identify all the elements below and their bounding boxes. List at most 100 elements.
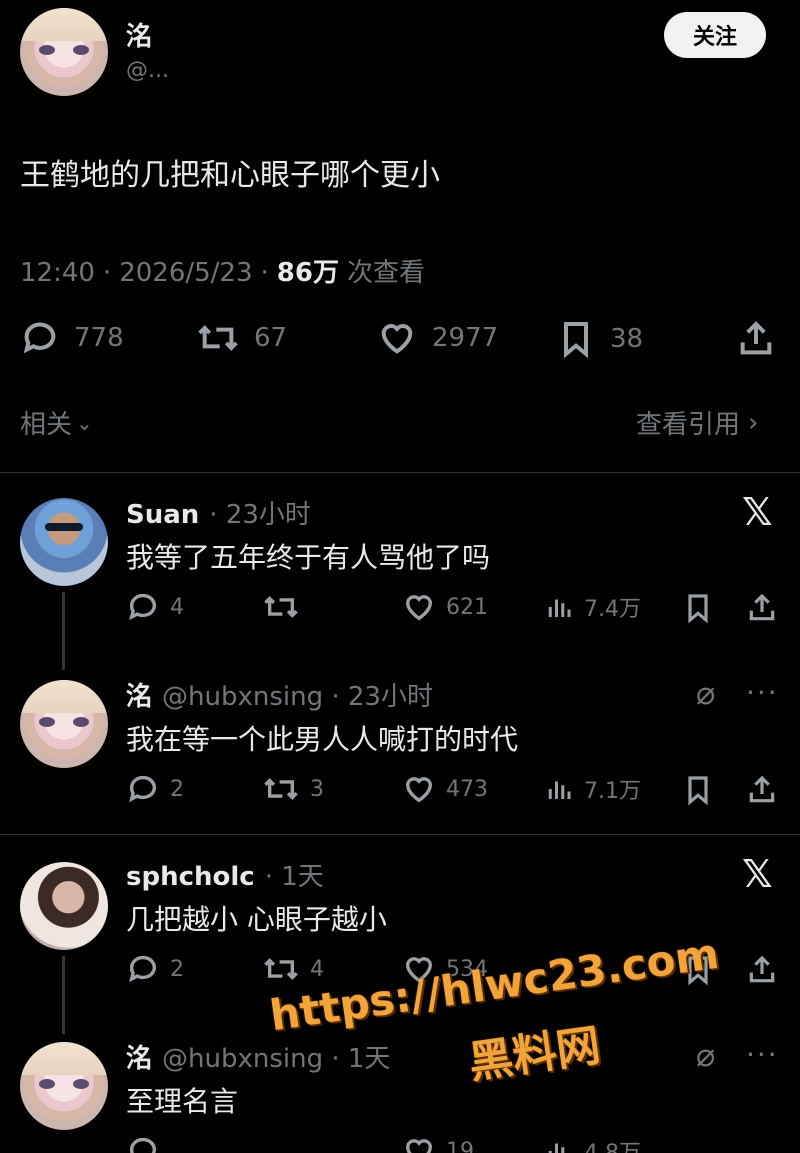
views-count: 7.1万 xyxy=(584,779,641,804)
reply-icon xyxy=(129,775,157,803)
share-button[interactable] xyxy=(736,318,776,360)
share-icon xyxy=(749,593,775,621)
x-logo-icon: 𝕏 xyxy=(742,490,773,534)
reply-author-name[interactable]: 洺 xyxy=(126,1038,152,1075)
no-interact-icon[interactable]: ⌀ xyxy=(696,1036,715,1074)
divider xyxy=(0,834,800,835)
reply-repost-button[interactable]: 3 xyxy=(262,772,324,806)
separator-dot: · xyxy=(260,258,269,288)
reply-count: 778 xyxy=(74,323,124,353)
view-quotes-label: 查看引用 xyxy=(636,410,741,440)
reply-button[interactable]: 778 xyxy=(20,318,124,358)
reply-views-button[interactable]: 4.8万 xyxy=(544,1134,641,1153)
heart-icon xyxy=(405,595,433,621)
reply-text: 至理名言 xyxy=(126,1085,239,1118)
reply-author-name[interactable]: Suan xyxy=(126,500,199,530)
repost-count: 4 xyxy=(310,956,324,982)
views-count: 4.8万 xyxy=(584,1135,641,1153)
bookmark-icon xyxy=(688,594,708,624)
author-avatar[interactable] xyxy=(20,8,108,96)
reply-reply-button[interactable]: 4 xyxy=(126,590,184,624)
reply-like-button[interactable]: 473 xyxy=(402,772,488,806)
reply-avatar[interactable] xyxy=(20,862,108,950)
reply-avatar[interactable] xyxy=(20,1042,108,1130)
repost-icon xyxy=(264,596,298,618)
reply-header: 洺 @hubxnsing · 23小时 xyxy=(126,676,433,713)
views-label: 次查看 xyxy=(346,258,425,288)
reply-share-button[interactable] xyxy=(746,952,778,988)
thread-line xyxy=(62,592,65,670)
reply-icon xyxy=(129,593,157,621)
reply-icon xyxy=(129,955,157,983)
like-count: 2977 xyxy=(432,323,499,353)
like-count: 621 xyxy=(446,594,488,620)
post-meta: 12:40 · 2026/5/23 · 86万 次查看 xyxy=(20,252,425,289)
chevron-right-icon: › xyxy=(748,407,759,438)
reply-author-name[interactable]: sphcholc xyxy=(126,862,255,892)
reply-avatar[interactable] xyxy=(20,680,108,768)
related-label: 相关 xyxy=(20,410,73,440)
reply-header: Suan · 23小时 xyxy=(126,494,311,531)
watermark-site-name: 黑料网 xyxy=(465,1020,604,1089)
bookmark-button[interactable]: 38 xyxy=(556,318,643,360)
reply-repost-button[interactable]: 4 xyxy=(262,952,324,986)
reply-icon xyxy=(129,1137,157,1153)
reply-bookmark-button[interactable] xyxy=(682,590,714,626)
more-options-icon[interactable]: ··· xyxy=(746,676,779,709)
repost-icon xyxy=(264,958,298,980)
x-logo-icon: 𝕏 xyxy=(742,852,773,896)
reply-views-button[interactable]: 7.4万 xyxy=(544,590,641,624)
reply-icon xyxy=(23,322,56,354)
views-icon xyxy=(548,781,571,799)
related-dropdown[interactable]: 相关 ⌄ xyxy=(20,404,93,441)
like-count: 19 xyxy=(446,1138,474,1153)
reply-meta: · 1天 xyxy=(264,862,324,892)
views-icon xyxy=(548,599,571,617)
share-icon xyxy=(749,775,775,803)
no-interact-icon[interactable]: ⌀ xyxy=(696,674,715,712)
thread-line xyxy=(62,956,65,1034)
bookmark-icon xyxy=(688,776,708,806)
heart-icon xyxy=(405,1139,433,1153)
author-name[interactable]: 洺 xyxy=(126,16,152,53)
repost-count: 67 xyxy=(254,323,288,353)
reply-text: 我等了五年终于有人骂他了吗 xyxy=(126,541,491,574)
reply-repost-button[interactable] xyxy=(262,590,310,624)
reply-meta: @hubxnsing · 1天 xyxy=(162,1044,391,1074)
reply-share-button[interactable] xyxy=(746,590,778,626)
reply-avatar[interactable] xyxy=(20,498,108,586)
divider xyxy=(0,472,800,473)
reply-reply-button[interactable]: 2 xyxy=(126,952,184,986)
share-icon xyxy=(740,321,772,355)
repost-icon xyxy=(264,778,298,800)
more-options-icon[interactable]: ··· xyxy=(746,1038,779,1071)
reply-author-name[interactable]: 洺 xyxy=(126,676,152,713)
post-date: 2026/5/23 xyxy=(119,258,253,288)
view-quotes-link[interactable]: 查看引用 › xyxy=(636,404,758,441)
reply-like-button[interactable]: 621 xyxy=(402,590,488,624)
repost-icon xyxy=(198,325,238,351)
like-button[interactable]: 2977 xyxy=(376,318,498,358)
reply-reply-button[interactable]: 2 xyxy=(126,772,184,806)
reply-meta: · 23小时 xyxy=(209,500,311,530)
reply-count: 2 xyxy=(170,956,184,982)
author-handle[interactable]: @... xyxy=(126,58,169,83)
reply-reply-button[interactable] xyxy=(126,1134,160,1153)
reply-views-button[interactable]: 7.1万 xyxy=(544,772,641,806)
reply-text: 几把越小 心眼子越小 xyxy=(126,903,387,936)
reply-like-button[interactable]: 19 xyxy=(402,1134,474,1153)
views-count: 86万 xyxy=(276,258,339,288)
bookmark-count: 38 xyxy=(610,324,644,354)
heart-icon xyxy=(381,324,413,354)
views-count: 7.4万 xyxy=(584,597,641,622)
reply-share-button[interactable] xyxy=(746,772,778,808)
separator-dot: · xyxy=(102,258,112,288)
post-time: 12:40 xyxy=(20,258,95,288)
repost-button[interactable]: 67 xyxy=(196,318,287,358)
reply-header: sphcholc · 1天 xyxy=(126,856,324,893)
repost-count: 3 xyxy=(310,776,324,802)
follow-button[interactable]: 关注 xyxy=(664,12,766,58)
chevron-down-icon: ⌄ xyxy=(76,410,93,435)
reply-bookmark-button[interactable] xyxy=(682,772,714,808)
reply-meta: @hubxnsing · 23小时 xyxy=(162,682,433,712)
